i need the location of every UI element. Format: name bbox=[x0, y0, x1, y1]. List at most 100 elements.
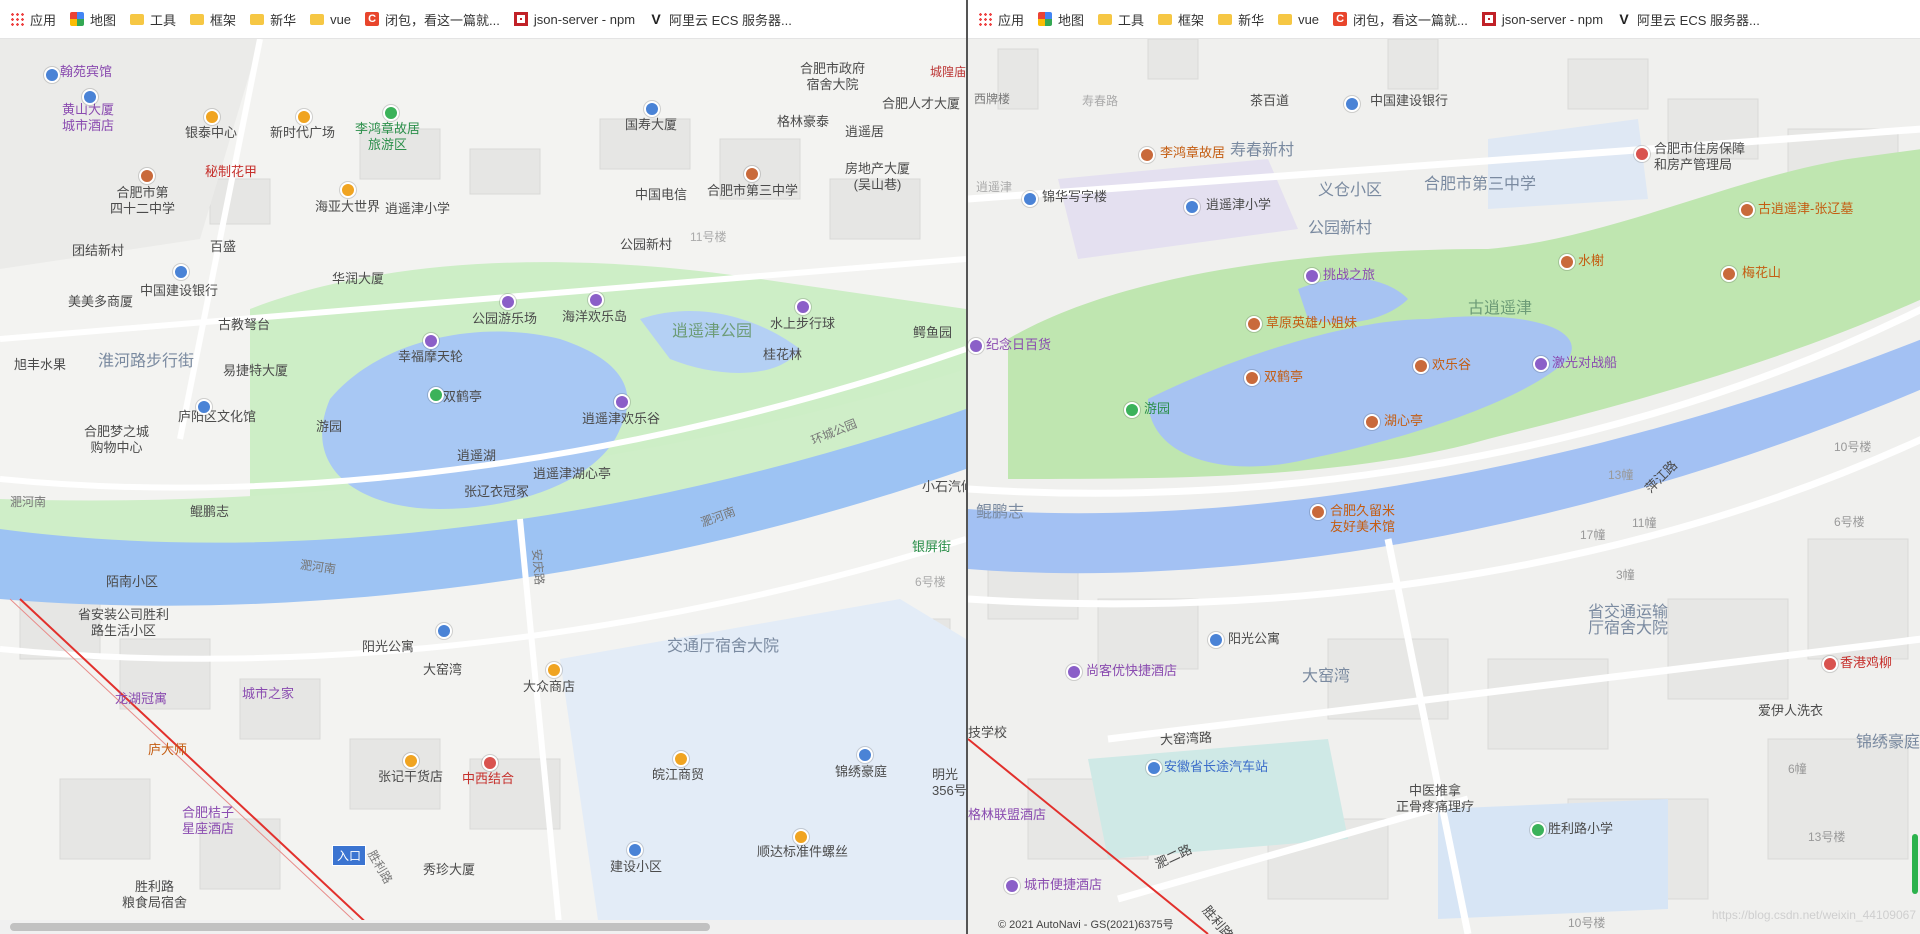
map-label[interactable]: 胜利路小学 bbox=[1548, 821, 1613, 837]
scrollbar-thumb[interactable] bbox=[10, 923, 710, 931]
map-label[interactable]: 皖江商贸 bbox=[652, 767, 704, 783]
map-label[interactable]: 张记干货店 bbox=[378, 769, 443, 785]
bookmark-folder-tools[interactable]: 工具 bbox=[1098, 10, 1144, 29]
scenic-icon[interactable] bbox=[1739, 202, 1755, 218]
map-label[interactable]: 合肥市第三中学 bbox=[1424, 177, 1536, 193]
map-label[interactable]: 陌南小区 bbox=[106, 574, 158, 590]
map-label[interactable]: 中国电信 bbox=[635, 187, 687, 203]
map-label[interactable]: 银屏街 bbox=[912, 539, 951, 555]
map-label[interactable]: 桂花林 bbox=[763, 347, 802, 363]
map-label[interactable]: 中国建设银行 bbox=[140, 283, 218, 299]
bookmark-folder-xinhua[interactable]: 新华 bbox=[1218, 10, 1264, 29]
map-label[interactable]: 旭丰水果 bbox=[14, 357, 66, 373]
map-label[interactable]: 龙湖冠寓 bbox=[115, 691, 167, 707]
hotel-icon[interactable] bbox=[44, 67, 60, 83]
map-label[interactable]: 张辽衣冠冢 bbox=[464, 484, 529, 500]
map-label[interactable]: 逍遥津小学 bbox=[1206, 197, 1271, 213]
map-label[interactable]: 合肥人才大厦 bbox=[882, 96, 960, 112]
map-label[interactable]: 鲲鹏志 bbox=[976, 505, 1024, 521]
entrance-badge[interactable]: 入口 bbox=[332, 845, 367, 866]
map-label[interactable]: 大窑湾 bbox=[1302, 669, 1350, 685]
map-label[interactable]: 逍遥津小学 bbox=[385, 201, 450, 217]
map-label[interactable]: 银泰中心 bbox=[185, 125, 237, 141]
map-label[interactable]: 合肥久留米 友好美术馆 bbox=[1330, 503, 1395, 535]
map-label[interactable]: 爱伊人洗衣 bbox=[1758, 703, 1823, 719]
zoom-level-indicator[interactable] bbox=[1912, 834, 1918, 894]
map-label[interactable]: 草原英雄小姐妹 bbox=[1266, 315, 1357, 331]
map-label[interactable]: 合肥市住房保障 和房产管理局 bbox=[1654, 141, 1745, 173]
map-label[interactable]: 公园新村 bbox=[620, 237, 672, 253]
map-label[interactable]: 城市便捷酒店 bbox=[1024, 877, 1102, 893]
amusement-icon[interactable] bbox=[795, 299, 811, 315]
scenic-icon[interactable] bbox=[1721, 266, 1737, 282]
map-label[interactable]: 中国建设银行 bbox=[1370, 93, 1448, 109]
map-label[interactable]: 尚客优快捷酒店 bbox=[1086, 663, 1177, 679]
scenic-icon[interactable] bbox=[1559, 254, 1575, 270]
map-label[interactable]: 水上步行球 bbox=[770, 316, 835, 332]
map-label[interactable]: 中医推拿 正骨疼痛理疗 bbox=[1396, 783, 1474, 815]
amusement-icon[interactable] bbox=[614, 394, 630, 410]
map-label[interactable]: 庐大师 bbox=[148, 742, 187, 758]
map-label[interactable]: 合肥市第 四十二中学 bbox=[110, 185, 175, 217]
map-label[interactable]: 合肥市政府 宿舍大院 bbox=[800, 61, 865, 93]
map-label[interactable]: 鳄鱼园 bbox=[913, 325, 952, 341]
map-label[interactable]: 寿春新村 bbox=[1230, 143, 1294, 159]
map-label[interactable]: 阳光公寓 bbox=[362, 639, 414, 655]
school-icon[interactable] bbox=[744, 166, 760, 182]
map-label[interactable]: 合肥市第三中学 bbox=[707, 183, 798, 199]
map-label[interactable]: 庐阳区文化馆 bbox=[178, 409, 256, 425]
map-label[interactable]: 城市之家 bbox=[242, 686, 294, 702]
map-label[interactable]: 逍遥湖 bbox=[457, 448, 496, 464]
map-label[interactable]: 城隍庙 bbox=[930, 64, 966, 80]
scenic-icon[interactable] bbox=[1139, 147, 1155, 163]
amusement-icon[interactable] bbox=[423, 333, 439, 349]
building-icon[interactable] bbox=[627, 842, 643, 858]
map-label[interactable]: 顺达标准件螺丝 bbox=[757, 844, 848, 860]
bookmark-closure-article[interactable]: C 闭包，看这一篇就... bbox=[365, 10, 500, 29]
bookmark-closure-article[interactable]: C 闭包，看这一篇就... bbox=[1333, 10, 1468, 29]
map-label[interactable]: 新时代广场 bbox=[270, 125, 335, 141]
map-label[interactable]: 双鹤亭 bbox=[443, 389, 482, 405]
map-label[interactable]: 逍遥居 bbox=[845, 124, 884, 140]
scenic-icon[interactable] bbox=[1413, 358, 1429, 374]
map-label[interactable]: 挑战之旅 bbox=[1323, 267, 1375, 283]
culture-icon[interactable] bbox=[196, 399, 212, 415]
building-icon[interactable] bbox=[857, 747, 873, 763]
horizontal-scrollbar[interactable] bbox=[0, 920, 966, 934]
bookmark-maps[interactable]: 地图 bbox=[1038, 10, 1084, 29]
amusement-icon[interactable] bbox=[588, 292, 604, 308]
bookmark-folder-tools[interactable]: 工具 bbox=[130, 10, 176, 29]
map-label[interactable]: 合肥梦之城 购物中心 bbox=[84, 424, 149, 456]
map-label[interactable]: 游园 bbox=[1144, 401, 1170, 417]
shopping-icon[interactable] bbox=[340, 182, 356, 198]
school-icon[interactable] bbox=[1530, 822, 1546, 838]
building-icon[interactable] bbox=[1022, 191, 1038, 207]
bookmark-apps[interactable]: 应用 bbox=[978, 10, 1024, 29]
restaurant-icon[interactable] bbox=[1822, 656, 1838, 672]
bookmark-json-server[interactable]: json-server - npm bbox=[1481, 12, 1603, 27]
map-label[interactable]: 梅花山 bbox=[1742, 265, 1781, 281]
map-label[interactable]: 海亚大世界 bbox=[315, 199, 380, 215]
map-label[interactable]: 逍遥津公园 bbox=[672, 324, 752, 340]
map-label[interactable]: 香港鸡柳 bbox=[1840, 655, 1892, 671]
map-label[interactable]: 大众商店 bbox=[523, 679, 575, 695]
map-label[interactable]: 翰苑宾馆 bbox=[60, 64, 112, 80]
bookmark-aliyun-ecs[interactable]: V 阿里云 ECS 服务器... bbox=[1617, 10, 1759, 29]
bookmark-folder-xinhua[interactable]: 新华 bbox=[250, 10, 296, 29]
shop-icon[interactable] bbox=[673, 751, 689, 767]
map-label[interactable]: 逍遥津湖心亭 bbox=[533, 466, 611, 482]
map-label[interactable]: 古教弩台 bbox=[218, 317, 270, 333]
scenic-icon[interactable] bbox=[1364, 414, 1380, 430]
government-icon[interactable] bbox=[1634, 146, 1650, 162]
map-label[interactable]: 交通厅宿舍大院 bbox=[667, 639, 779, 655]
school-icon[interactable] bbox=[1184, 199, 1200, 215]
shopping-icon[interactable] bbox=[968, 338, 984, 354]
park-icon[interactable] bbox=[1124, 402, 1140, 418]
map-label[interactable]: 胜利路 粮食局宿舍 bbox=[122, 879, 187, 911]
shopping-icon[interactable] bbox=[204, 109, 220, 125]
map-label[interactable]: 茶百道 bbox=[1250, 93, 1289, 109]
shop-icon[interactable] bbox=[403, 753, 419, 769]
amusement-icon[interactable] bbox=[1533, 356, 1549, 372]
map-label[interactable]: 中西结合 bbox=[462, 771, 514, 787]
map-label[interactable]: 合肥桔子 星座酒店 bbox=[182, 805, 234, 837]
